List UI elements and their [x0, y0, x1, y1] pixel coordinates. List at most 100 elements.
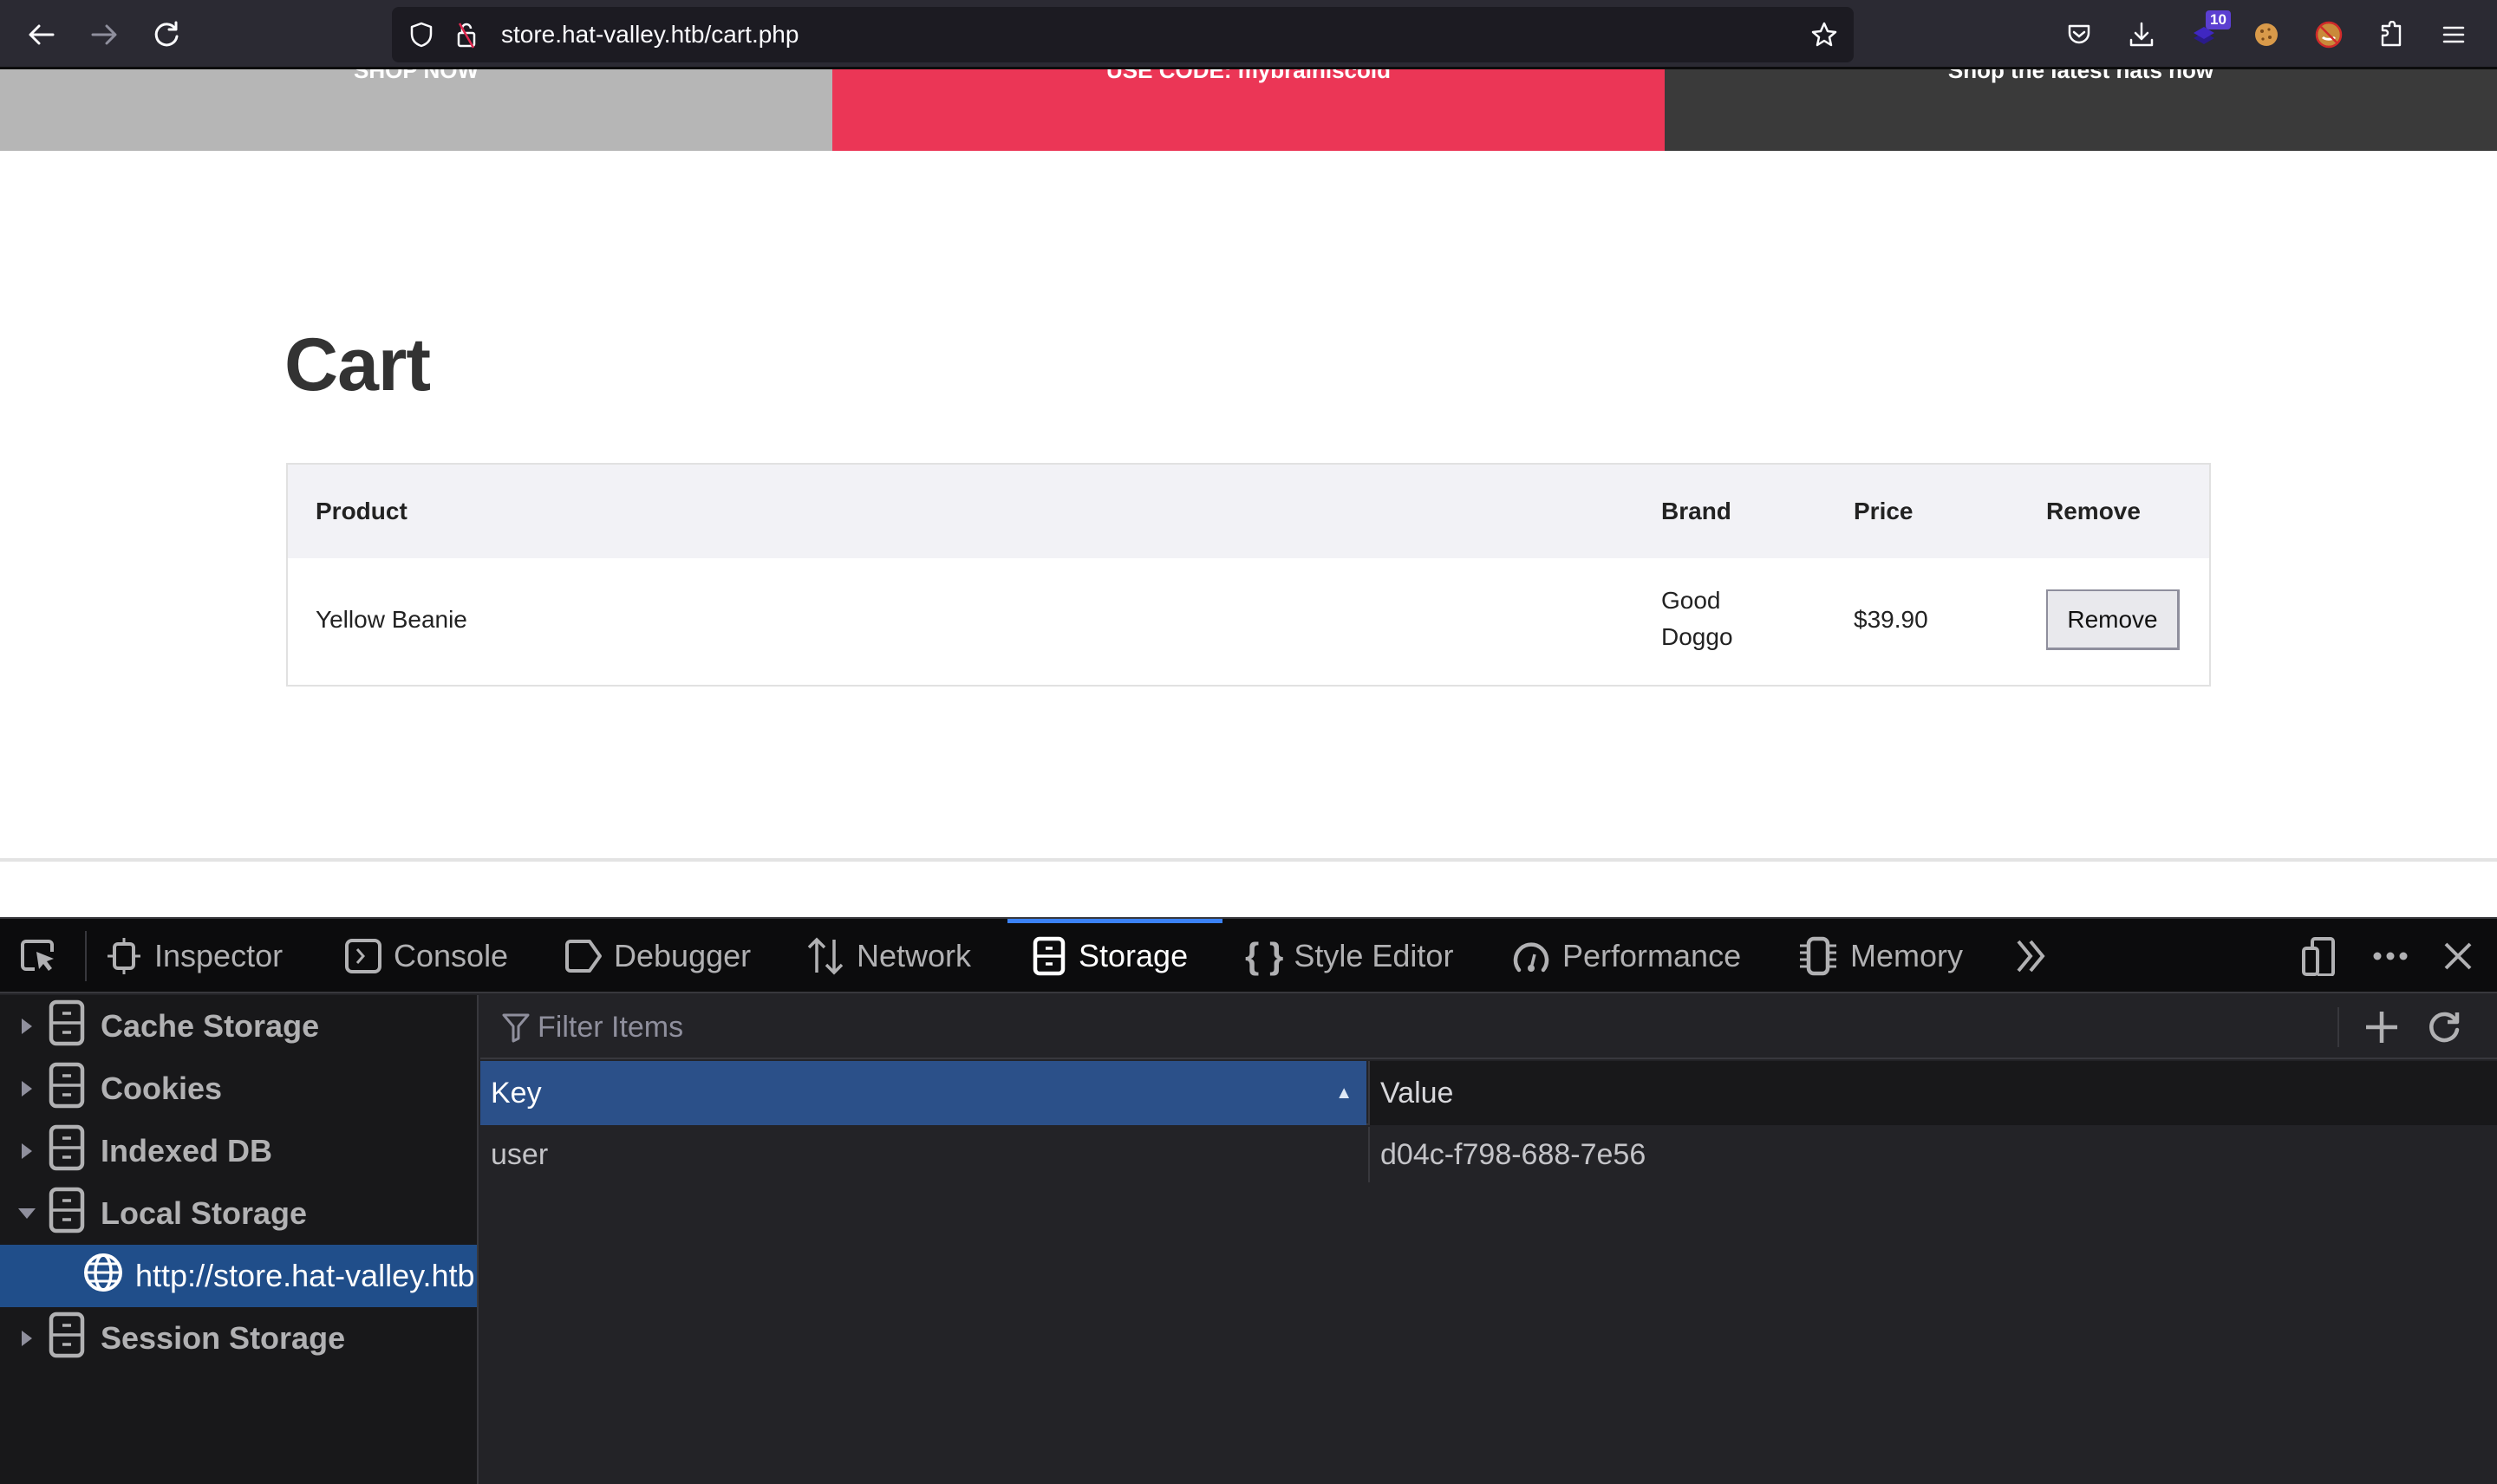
tab-network[interactable]: Network [805, 919, 971, 993]
database-icon [49, 1124, 85, 1179]
product-name: Yellow Beanie [316, 606, 467, 633]
column-header-key[interactable]: Key ▲ [480, 1061, 1366, 1125]
tree-item-cache-storage[interactable]: Cache Storage [0, 995, 477, 1058]
remove-button[interactable]: Remove [2046, 589, 2180, 650]
double-chevron-right-icon [2017, 940, 2045, 973]
url-text[interactable]: store.hat-valley.htb/cart.php [501, 7, 799, 62]
cookie-icon [2255, 23, 2278, 46]
reload-button[interactable] [147, 16, 186, 54]
cookie-extension-button[interactable] [2249, 17, 2284, 52]
refresh-icon [2429, 1012, 2460, 1043]
network-icon [807, 937, 844, 975]
pocket-icon [2068, 24, 2090, 44]
sort-ascending-icon: ▲ [1335, 1084, 1353, 1103]
fox-extension-button[interactable] [2311, 17, 2346, 52]
performance-icon [1513, 942, 1549, 973]
filter-items-input[interactable] [538, 1010, 1838, 1045]
shield-icon[interactable] [407, 21, 435, 49]
reload-icon [154, 21, 179, 47]
banner-latest-hats[interactable]: Shop the latest hats now [1665, 69, 2497, 151]
tab-console[interactable]: Console [343, 919, 508, 993]
tree-item-indexed-db[interactable]: Indexed DB [0, 1120, 477, 1182]
style-editor-icon: { } [1245, 935, 1284, 976]
inspector-icon [108, 938, 140, 974]
header-remove: Remove [2046, 498, 2141, 524]
header-brand: Brand [1661, 498, 1731, 524]
menu-icon [2442, 26, 2465, 43]
page-title: Cart [284, 323, 431, 407]
close-icon [2444, 942, 2472, 970]
cell-value[interactable]: d04c-f798-688-7e56 [1368, 1127, 1646, 1182]
database-icon [49, 1062, 85, 1116]
forward-button[interactable] [85, 16, 123, 54]
extension-badge: 10 [2206, 10, 2231, 29]
tab-debugger[interactable]: Debugger [562, 919, 751, 993]
more-dots-icon [2373, 952, 2408, 960]
devtools-toolbar: Inspector Console Debugger Network Stora… [0, 919, 2497, 993]
add-item-button[interactable] [2360, 1006, 2403, 1049]
banner-shop-now[interactable]: SHOP NOW [0, 69, 832, 151]
refresh-button[interactable] [2422, 1006, 2466, 1049]
header-price: Price [1854, 498, 1913, 524]
downloads-button[interactable] [2124, 17, 2159, 52]
banner-promo-code[interactable]: USE CODE: mybrainiscold [832, 69, 1665, 151]
dock-options-button[interactable] [2299, 936, 2339, 976]
tree-item-cookies[interactable]: Cookies [0, 1058, 477, 1120]
header-product: Product [316, 498, 407, 524]
storage-sidebar: Cache Storage Cookies Indexed DB Local S… [0, 995, 479, 1484]
cell-key[interactable]: user [480, 1127, 1366, 1182]
database-icon [49, 999, 85, 1054]
devtools-panel: Inspector Console Debugger Network Stora… [0, 917, 2497, 1484]
tab-memory[interactable]: Memory [1796, 919, 1963, 993]
storage-main: Key ▲ Value user d04c-f798-688-7e56 [480, 995, 2497, 1484]
tree-item-local-storage[interactable]: Local Storage [0, 1182, 477, 1245]
product-brand-line1: Good [1661, 587, 1721, 614]
console-icon [345, 939, 381, 973]
toolbar-separator [85, 931, 87, 981]
cart-table: Product Brand Price Remove Yellow Beanie… [286, 463, 2211, 687]
extensions-button[interactable] [2374, 17, 2409, 52]
tab-storage[interactable]: Storage [1007, 919, 1222, 993]
url-bar[interactable]: store.hat-valley.htb/cart.php [392, 7, 1854, 62]
expand-arrow-icon[interactable] [14, 1142, 40, 1161]
collapse-arrow-icon[interactable] [14, 1207, 40, 1220]
expand-arrow-icon[interactable] [14, 1017, 40, 1036]
debugger-icon [565, 940, 602, 973]
close-devtools-button[interactable] [2438, 936, 2478, 976]
product-brand-line2: Doggo [1661, 623, 1733, 650]
column-header-value[interactable]: Value [1368, 1061, 2497, 1125]
globe-icon [83, 1253, 123, 1300]
back-button[interactable] [23, 16, 61, 54]
expand-arrow-icon[interactable] [14, 1079, 40, 1098]
element-picker-button[interactable] [17, 919, 61, 993]
tree-item-origin-hat-valley[interactable]: http://store.hat-valley.htb [0, 1245, 477, 1307]
filter-icon [502, 1013, 530, 1043]
cart-table-header: Product Brand Price Remove [288, 465, 2209, 558]
table-row[interactable]: user d04c-f798-688-7e56 [480, 1127, 2497, 1182]
storage-icon [1033, 936, 1066, 976]
more-tools-button[interactable] [2011, 919, 2051, 993]
extension-stack-button[interactable]: 10 [2187, 10, 2231, 52]
promo-banner: SHOP NOW USE CODE: mybrainiscold Shop th… [0, 69, 2497, 151]
devtools-menu-button[interactable] [2370, 936, 2410, 976]
pocket-button[interactable] [2062, 17, 2096, 52]
insecure-lock-icon[interactable] [453, 21, 480, 49]
tree-item-session-storage[interactable]: Session Storage [0, 1307, 477, 1370]
database-icon [49, 1312, 85, 1366]
database-icon [49, 1187, 85, 1241]
responsive-design-icon [2302, 937, 2335, 976]
forward-icon [91, 24, 117, 45]
tab-style-editor[interactable]: { } Style Editor [1245, 919, 1453, 993]
filter-field[interactable] [501, 1004, 1923, 1051]
browser-toolbar: store.hat-valley.htb/cart.php 10 [0, 0, 2497, 69]
download-icon [2129, 22, 2154, 47]
memory-icon [1800, 936, 1836, 976]
filter-separator [2337, 1007, 2339, 1047]
bookmark-star-icon[interactable] [1810, 21, 1838, 49]
tab-performance[interactable]: Performance [1510, 919, 1741, 993]
tab-inspector[interactable]: Inspector [104, 919, 283, 993]
expand-arrow-icon[interactable] [14, 1329, 40, 1348]
app-menu-button[interactable] [2436, 17, 2471, 52]
filter-bar [480, 995, 2497, 1059]
element-picker-icon [21, 940, 54, 971]
